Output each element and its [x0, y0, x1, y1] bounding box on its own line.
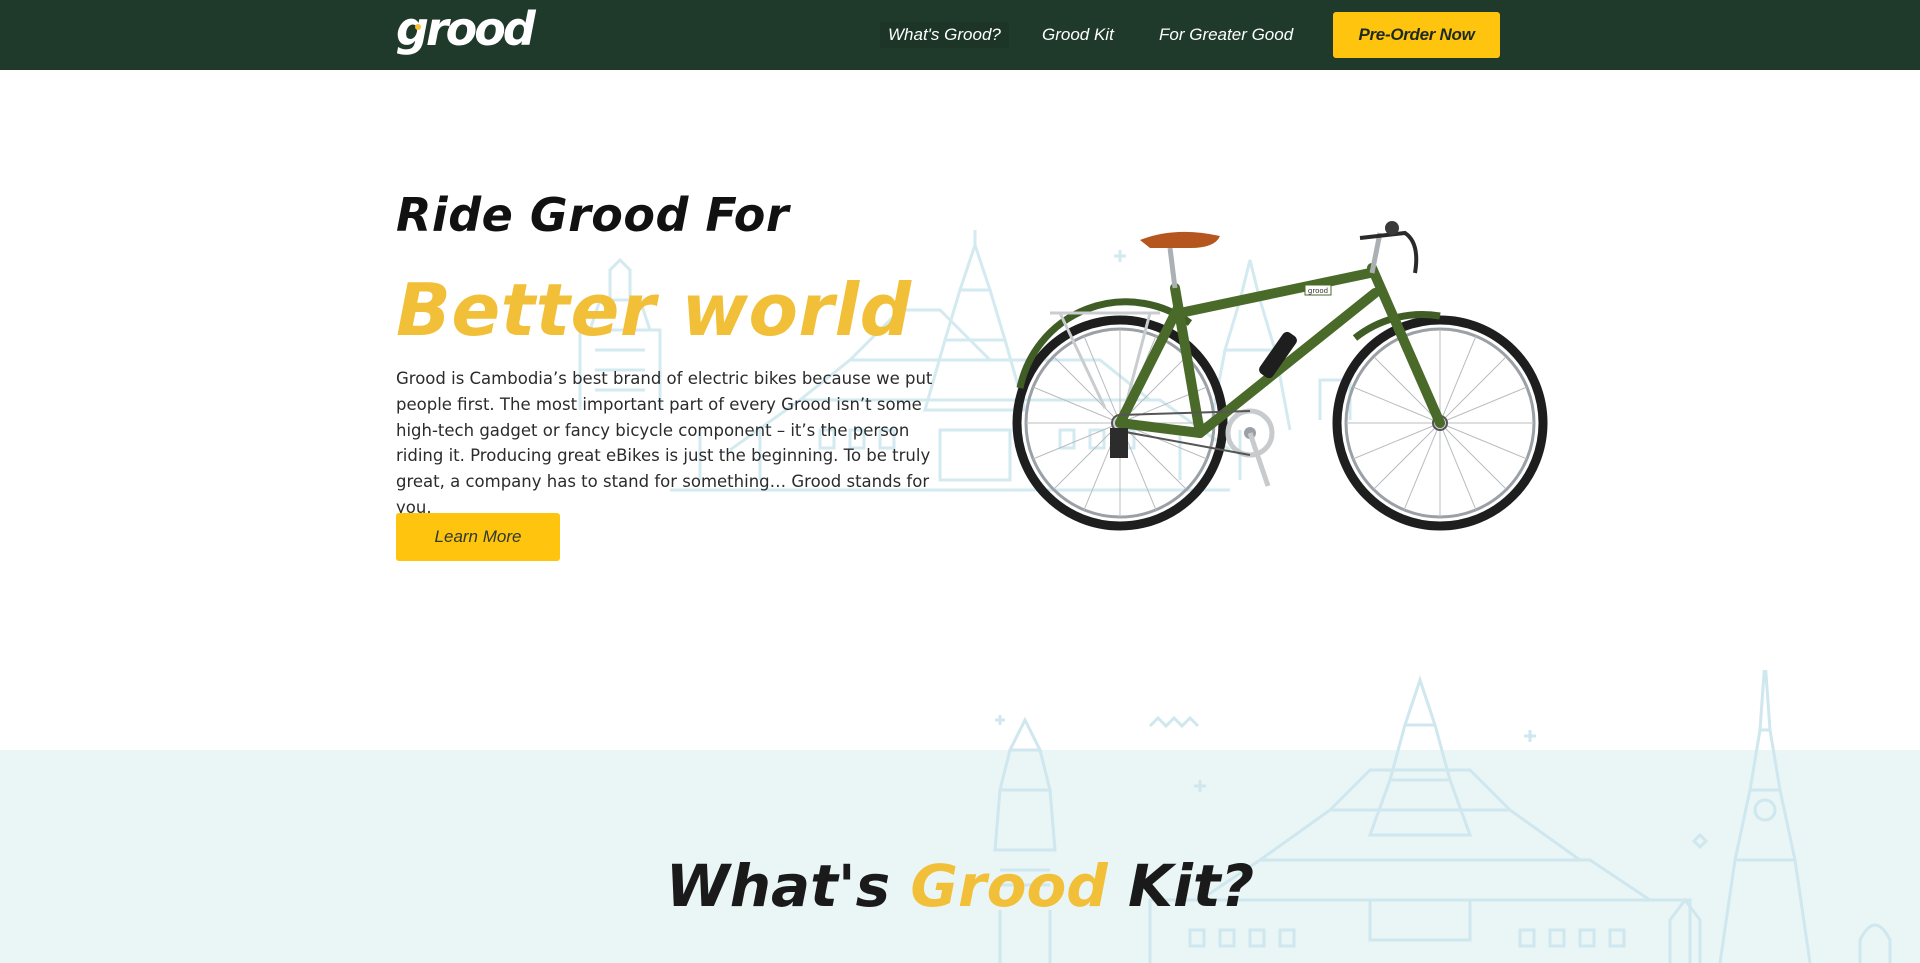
top-navigation-bar: grood What's Grood? Grood Kit For Greate…	[0, 0, 1920, 70]
hero-title: Ride Grood For	[396, 188, 790, 242]
learn-more-button[interactable]: Learn More	[396, 513, 560, 561]
nav-for-greater-good[interactable]: For Greater Good	[1159, 22, 1293, 48]
nav-grood-kit[interactable]: Grood Kit	[1042, 22, 1114, 48]
bicycle-image: grood	[1012, 221, 1548, 531]
saddle	[1140, 231, 1220, 248]
kit-title-prefix: What's	[665, 852, 911, 920]
logo-accent-dot	[415, 24, 421, 30]
pre-order-button[interactable]: Pre-Order Now	[1333, 12, 1500, 58]
hero-subtitle: Better world	[396, 268, 912, 352]
kit-title-suffix: Kit?	[1107, 852, 1255, 920]
kit-title-highlight: Grood	[910, 852, 1108, 920]
kit-section-title: What's Grood Kit?	[0, 852, 1920, 920]
nav-whats-grood[interactable]: What's Grood?	[880, 22, 1009, 48]
bike-badge-text: grood	[1308, 287, 1328, 295]
hero-description: Grood is Cambodia’s best brand of electr…	[396, 369, 933, 517]
